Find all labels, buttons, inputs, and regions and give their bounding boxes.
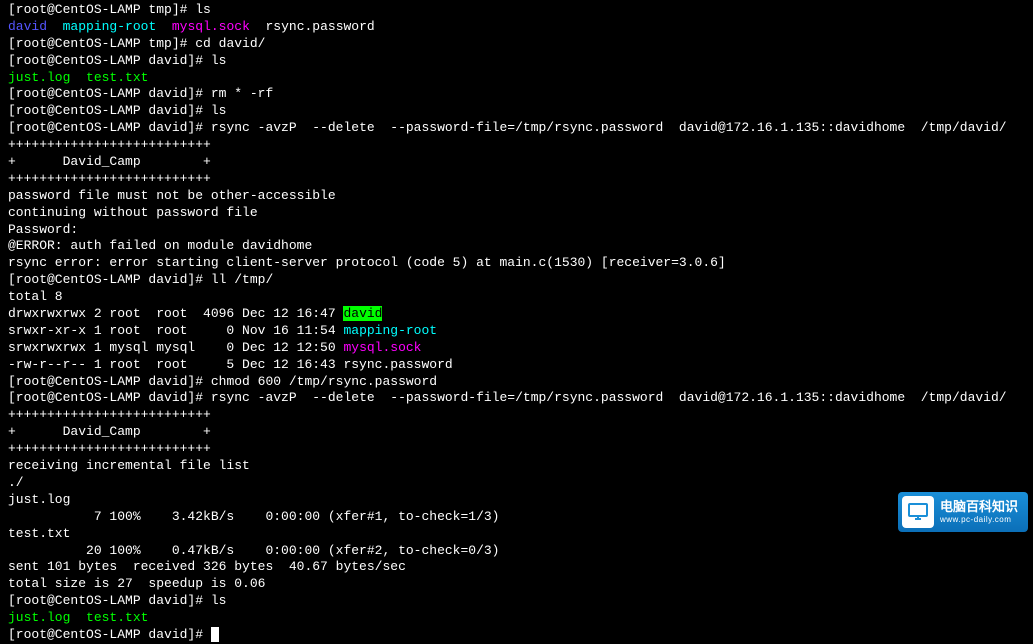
file-just-log: just.log — [8, 70, 70, 85]
perms: srwxrwxrwx 1 mysql mysql 0 Dec 12 12:50 — [8, 340, 343, 355]
summary: sent 101 bytes received 326 bytes 40.67 … — [8, 559, 1025, 576]
banner: + David_Camp + — [8, 154, 1025, 171]
banner: ++++++++++++++++++++++++++ — [8, 441, 1025, 458]
shell-prompt: [root@CentOS-LAMP david]# — [8, 103, 211, 118]
line-6: [root@CentOS-LAMP david]# rm * -rf — [8, 86, 1025, 103]
banner: + David_Camp + — [8, 424, 1025, 441]
banner: ++++++++++++++++++++++++++ — [8, 407, 1025, 424]
shell-prompt: [root@CentOS-LAMP david]# — [8, 53, 211, 68]
shell-prompt: [root@CentOS-LAMP david]# — [8, 593, 211, 608]
perms: srwxr-xr-x 1 root root 0 Nov 16 11:54 — [8, 323, 343, 338]
transfer-progress: 7 100% 3.42kB/s 0:00:00 (xfer#1, to-chec… — [8, 509, 1025, 526]
file-test-txt: test.txt — [86, 610, 148, 625]
line-7: [root@CentOS-LAMP david]# ls — [8, 103, 1025, 120]
transfer-progress: 20 100% 0.47kB/s 0:00:00 (xfer#2, to-che… — [8, 543, 1025, 560]
command: cd david/ — [195, 36, 265, 51]
line-1: [root@CentOS-LAMP tmp]# ls — [8, 2, 1025, 19]
command: ls — [211, 593, 227, 608]
command-chmod: chmod 600 /tmp/rsync.password — [211, 374, 437, 389]
line-4: [root@CentOS-LAMP david]# ls — [8, 53, 1025, 70]
ll-row: srwxrwxrwx 1 mysql mysql 0 Dec 12 12:50 … — [8, 340, 1025, 357]
file-just-log: just.log — [8, 610, 70, 625]
watermark-text: 电脑百科知识 www.pc-daily.com — [940, 499, 1018, 524]
sock-mysql: mysql.sock — [172, 19, 250, 34]
line-41: [root@CentOS-LAMP david]# — [8, 627, 1025, 644]
file-rsync-password: rsync.password — [265, 19, 374, 34]
output: total 8 — [8, 289, 1025, 306]
command-rsync: rsync -avzP --delete --password-file=/tm… — [211, 390, 1007, 405]
dir-david-highlight: david — [343, 306, 382, 321]
sock-mysql: mysql.sock — [343, 340, 421, 355]
file-test-txt: test.txt — [86, 70, 148, 85]
shell-prompt: [root@CentOS-LAMP david]# — [8, 272, 211, 287]
ls-output: just.log test.txt — [8, 70, 1025, 87]
error-output: @ERROR: auth failed on module davidhome — [8, 238, 1025, 255]
line-24: [root@CentOS-LAMP david]# chmod 600 /tmp… — [8, 374, 1025, 391]
ls-output: david mapping-root mysql.sock rsync.pass… — [8, 19, 1025, 36]
shell-prompt: [root@CentOS-LAMP david]# — [8, 390, 211, 405]
file-name: test.txt — [8, 526, 1025, 543]
ll-row: drwxrwxrwx 2 root root 4096 Dec 12 16:47… — [8, 306, 1025, 323]
output: password file must not be other-accessib… — [8, 188, 1025, 205]
ll-row: srwxr-xr-x 1 root root 0 Nov 16 11:54 ma… — [8, 323, 1025, 340]
command: ls — [195, 2, 211, 17]
command: ls — [211, 53, 227, 68]
watermark-badge: 电脑百科知识 www.pc-daily.com — [898, 492, 1028, 532]
error-output: rsync error: error starting client-serve… — [8, 255, 1025, 272]
cursor-block[interactable] — [211, 627, 219, 642]
dir-david: david — [8, 19, 47, 34]
file-name: just.log — [8, 492, 1025, 509]
terminal-window[interactable]: [root@CentOS-LAMP tmp]# ls david mapping… — [8, 2, 1025, 644]
shell-prompt: [root@CentOS-LAMP david]# — [8, 120, 211, 135]
perms: -rw-r--r-- 1 root root 5 Dec 12 16:43 rs… — [8, 357, 453, 372]
link-mapping-root: mapping-root — [63, 19, 157, 34]
command: rm * -rf — [211, 86, 273, 101]
shell-prompt: [root@CentOS-LAMP david]# — [8, 627, 211, 642]
output: receiving incremental file list — [8, 458, 1025, 475]
command-rsync: rsync -avzP --delete --password-file=/tm… — [211, 120, 1007, 135]
shell-prompt: [root@CentOS-LAMP tmp]# — [8, 2, 195, 17]
line-18: [root@CentOS-LAMP david]# ll /tmp/ — [8, 272, 1025, 289]
shell-prompt: [root@CentOS-LAMP david]# — [8, 86, 211, 101]
output: ./ — [8, 475, 1025, 492]
shell-prompt: [root@CentOS-LAMP david]# — [8, 374, 211, 389]
watermark-url: www.pc-daily.com — [940, 515, 1018, 525]
banner: ++++++++++++++++++++++++++ — [8, 171, 1025, 188]
link-mapping-root: mapping-root — [343, 323, 437, 338]
monitor-icon — [906, 500, 930, 524]
line-8: [root@CentOS-LAMP david]# rsync -avzP --… — [8, 120, 1025, 137]
watermark-title: 电脑百科知识 — [940, 499, 1018, 515]
line-39: [root@CentOS-LAMP david]# ls — [8, 593, 1025, 610]
password-prompt: Password: — [8, 222, 1025, 239]
perms: drwxrwxrwx 2 root root 4096 Dec 12 16:47 — [8, 306, 343, 321]
watermark-icon — [902, 496, 934, 528]
shell-prompt: [root@CentOS-LAMP tmp]# — [8, 36, 195, 51]
line-25: [root@CentOS-LAMP david]# rsync -avzP --… — [8, 390, 1025, 407]
summary: total size is 27 speedup is 0.06 — [8, 576, 1025, 593]
output: continuing without password file — [8, 205, 1025, 222]
ll-row: -rw-r--r-- 1 root root 5 Dec 12 16:43 rs… — [8, 357, 1025, 374]
command: ls — [211, 103, 227, 118]
line-3: [root@CentOS-LAMP tmp]# cd david/ — [8, 36, 1025, 53]
banner: ++++++++++++++++++++++++++ — [8, 137, 1025, 154]
ls-output: just.log test.txt — [8, 610, 1025, 627]
command: ll /tmp/ — [211, 272, 273, 287]
